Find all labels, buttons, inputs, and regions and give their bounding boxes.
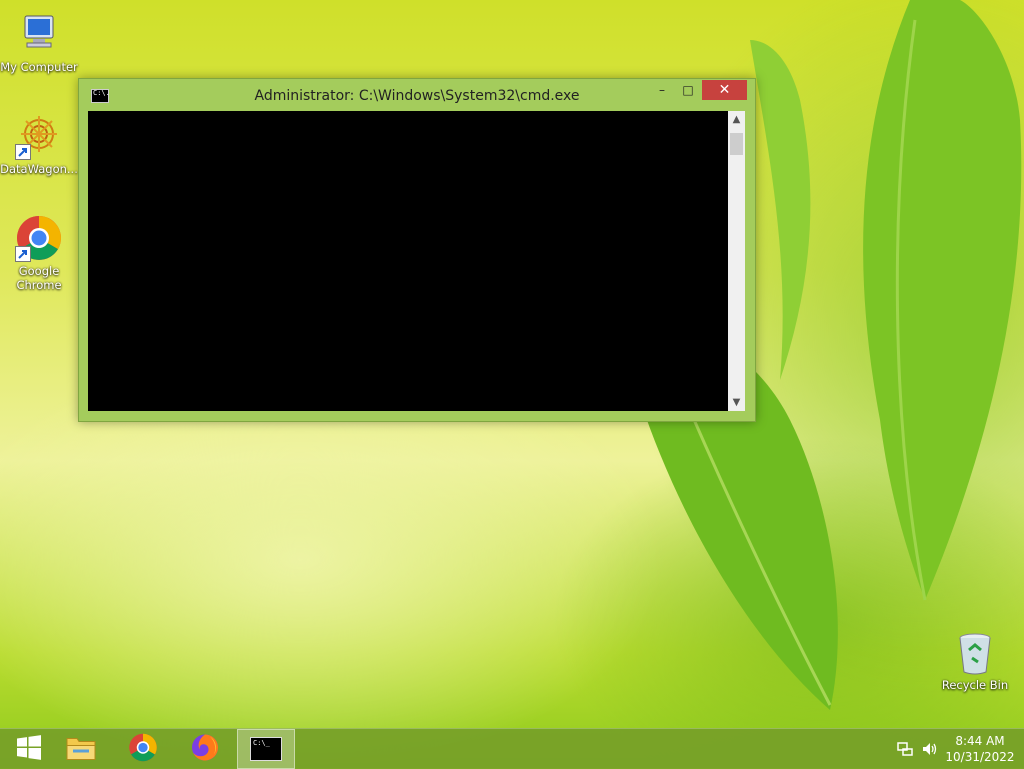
clock-date: 10/31/2022 (945, 750, 1015, 764)
scroll-up-button[interactable]: ▲ (728, 111, 745, 128)
recycle-bin-icon (955, 632, 995, 676)
taskbar-chrome[interactable] (114, 729, 172, 769)
taskbar-file-explorer[interactable] (52, 729, 110, 769)
scroll-down-button[interactable]: ▼ (728, 394, 745, 411)
cmd-icon-text: C:\_ (253, 739, 270, 747)
close-button[interactable]: ✕ (702, 80, 747, 100)
desktop: My Computer DataWagon... Google Chrome R… (0, 0, 1024, 728)
chrome-icon (128, 733, 158, 766)
firefox-icon (190, 733, 220, 766)
desktop-icon-label: DataWagon... (0, 162, 78, 176)
taskbar-firefox[interactable] (176, 729, 234, 769)
start-button[interactable] (0, 729, 58, 769)
shortcut-arrow-icon (15, 144, 31, 160)
network-icon[interactable] (897, 741, 913, 757)
desktop-icon-datawagon[interactable]: DataWagon... (0, 112, 78, 176)
desktop-icon-label: Google Chrome (16, 264, 62, 292)
clock[interactable]: 8:44 AM 10/31/2022 (940, 733, 1020, 765)
desktop-icon-recycle-bin[interactable]: Recycle Bin (936, 632, 1014, 692)
taskbar-cmd[interactable]: C:\_ (237, 729, 295, 769)
maximize-button[interactable]: □ (675, 80, 701, 100)
minimize-button[interactable]: – (649, 80, 675, 100)
cmd-window[interactable]: C:\. Administrator: C:\Windows\System32\… (78, 78, 756, 422)
desktop-icon-google-chrome[interactable]: Google Chrome (0, 214, 78, 292)
windows-logo-icon (15, 734, 43, 765)
taskbar: C:\_ 8:44 AM 10/31/2022 (0, 728, 1024, 769)
folder-icon (65, 734, 97, 765)
clock-time: 8:44 AM (955, 734, 1005, 748)
desktop-icon-label: Recycle Bin (941, 678, 1009, 692)
desktop-icon-my-computer[interactable]: My Computer (0, 10, 78, 74)
window-title-bar[interactable]: C:\. Administrator: C:\Windows\System32\… (79, 79, 755, 111)
scroll-thumb[interactable] (730, 133, 743, 155)
shortcut-arrow-icon (15, 246, 31, 262)
computer-icon (15, 10, 63, 58)
chrome-icon (15, 214, 63, 262)
datawagon-icon (15, 112, 63, 160)
desktop-icon-label: My Computer (0, 60, 78, 74)
cmd-icon: C:\_ (250, 737, 282, 761)
volume-icon[interactable] (921, 741, 939, 757)
vertical-scrollbar[interactable]: ▲ ▼ (728, 111, 745, 411)
console-output[interactable] (88, 111, 728, 411)
